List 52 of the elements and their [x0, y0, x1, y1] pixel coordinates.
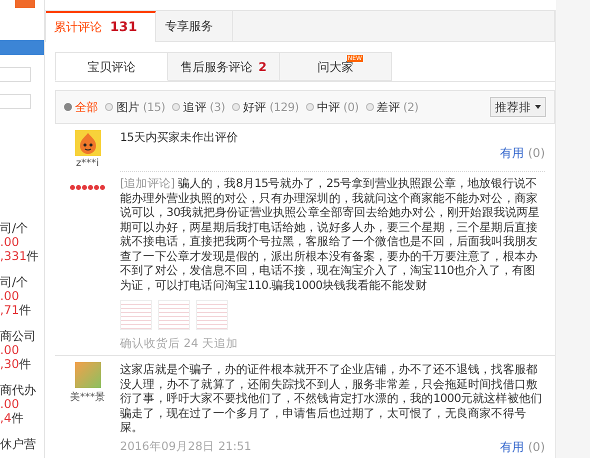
product-price: .00 [0, 289, 20, 303]
append-note: 确认收货后 24 天追加 [120, 336, 239, 351]
filter-label: 图片 [116, 100, 140, 114]
avatar-icon [74, 130, 100, 156]
sales-count: ,331件 [0, 249, 40, 263]
sales-count: ,71件 [0, 303, 32, 317]
filter-label: 中评 [316, 100, 340, 114]
filter-count: (0) [343, 100, 359, 114]
username: z***i [76, 158, 100, 169]
filter-label: 好评 [243, 100, 266, 114]
filter-count: (129) [269, 100, 299, 114]
sales-count: ,4件 [0, 411, 24, 425]
sort-dropdown[interactable]: 推荐排 [490, 97, 546, 117]
filter-label: 全部 [75, 100, 98, 114]
screenshot-thumbnail[interactable] [158, 300, 190, 330]
sales-count: ,30件 [0, 357, 32, 371]
filter-radio[interactable]: 中评 (0) [306, 100, 359, 114]
product-title[interactable]: 司/个 [0, 221, 44, 235]
product-title[interactable]: 司/个 [0, 275, 44, 289]
filter-radio[interactable]: 好评 (129) [232, 100, 299, 114]
product-title[interactable]: 休户营 [0, 437, 44, 451]
helpful-link[interactable]: 有用 (0) [500, 146, 545, 161]
review-tab[interactable]: 售后服务评论 2 [168, 52, 280, 81]
review-text: 这家店就是个骗子，办的证件根本就开不了企业店铺，办不了还不退钱，找客服都没人理，办不了就算了，还闹失踪找不到人，服务非常差，只会拖延时间找借口敷衍了事，呼吁大家不要找他们了，不然钱肯定打水漂的，我的1000元就这样被他们骗走了，现在过了一个多月了，申请售后也过期了，太可恨了，无良商家不得号屎。 [120, 362, 544, 434]
screenshot-thumbnail[interactable] [120, 300, 152, 330]
filter-radio[interactable]: 差评 (2) [366, 100, 418, 114]
filter-label: 追评 [183, 100, 207, 114]
filter-count: (2) [403, 100, 418, 114]
product-title[interactable]: 商代办 [0, 383, 44, 397]
review-tab[interactable]: 专享服务 [156, 11, 234, 41]
followup-text: [追加评论] 骗人的，我8月15号就办了，25号拿到营业执照跟公章，地放银行说不能办理外营业执照的对公，只有办理深圳的，我就问这个商家能不能办对公，商家说可以，30我就把身份证营业执照公章全部寄回去给她办对公，刚开始跟我说两星期可以办好，两星期后我打电话给她，说好多人办，要三个星期，三个星期后直接就不接电话，直接把我两个号拉黑，客服给了一个微信也是不回，后面我叫我朋友查了一下公章才发现是假的，派出所根本没有备案，要办的千万要注意了，根本办不到了对公，发信息不回，电话不接，现在淘宝介入了，淘宝110也介入了，有图为证，可以打电话问淘宝110.骗我1000块钱我看能不能发财 [120, 176, 541, 292]
review-tab[interactable]: 累计评论 131 [46, 11, 156, 42]
product-price: .00 [0, 343, 20, 357]
filter-count: (3) [210, 100, 226, 114]
review-tab[interactable]: 宝贝评论 [55, 52, 168, 81]
filter-radio[interactable]: 追评 (3) [172, 100, 226, 114]
category-header [0, 40, 44, 55]
product-price: .00 [0, 235, 20, 249]
photo-placeholder [74, 362, 100, 388]
review-date: 2016年09月28日 21:51 [120, 438, 252, 454]
product-price: .00 [0, 397, 20, 411]
filter-count: (15) [142, 100, 166, 114]
helpful-link[interactable]: 有用 (0) [500, 438, 545, 456]
input-field[interactable] [0, 94, 31, 109]
product-title[interactable]: 商公司 [0, 329, 44, 343]
caret-icon [535, 105, 541, 109]
username: 美***景 [70, 390, 105, 404]
filter-label: 差评 [376, 100, 400, 114]
review-text: 15天内买家未作出评价 [120, 130, 238, 144]
screenshot-thumbnail[interactable] [196, 300, 228, 330]
input-field[interactable] [0, 67, 31, 82]
filter-radio[interactable]: 图片 (15) [105, 100, 166, 114]
